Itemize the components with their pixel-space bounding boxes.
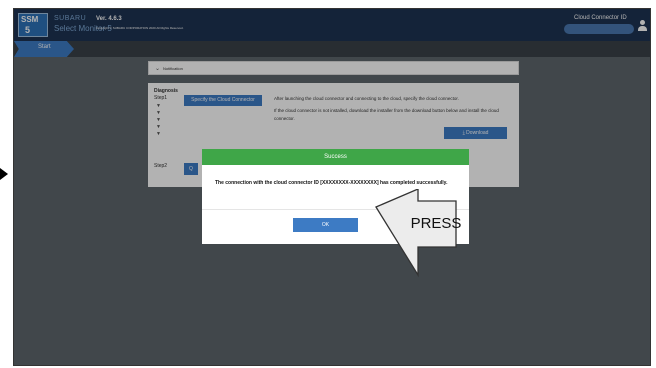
pointer-arrow-icon — [0, 168, 8, 180]
ok-button[interactable]: OK — [293, 218, 358, 232]
dialog-message: The connection with the cloud connector … — [215, 180, 448, 186]
dialog-title: Success — [202, 149, 469, 165]
press-callout-arrow: PRESS — [375, 189, 462, 278]
press-label: PRESS — [411, 215, 462, 232]
app-window: SSM 5 SUBARU Select Monitor 5 Ver. 4.6.3… — [13, 8, 651, 366]
